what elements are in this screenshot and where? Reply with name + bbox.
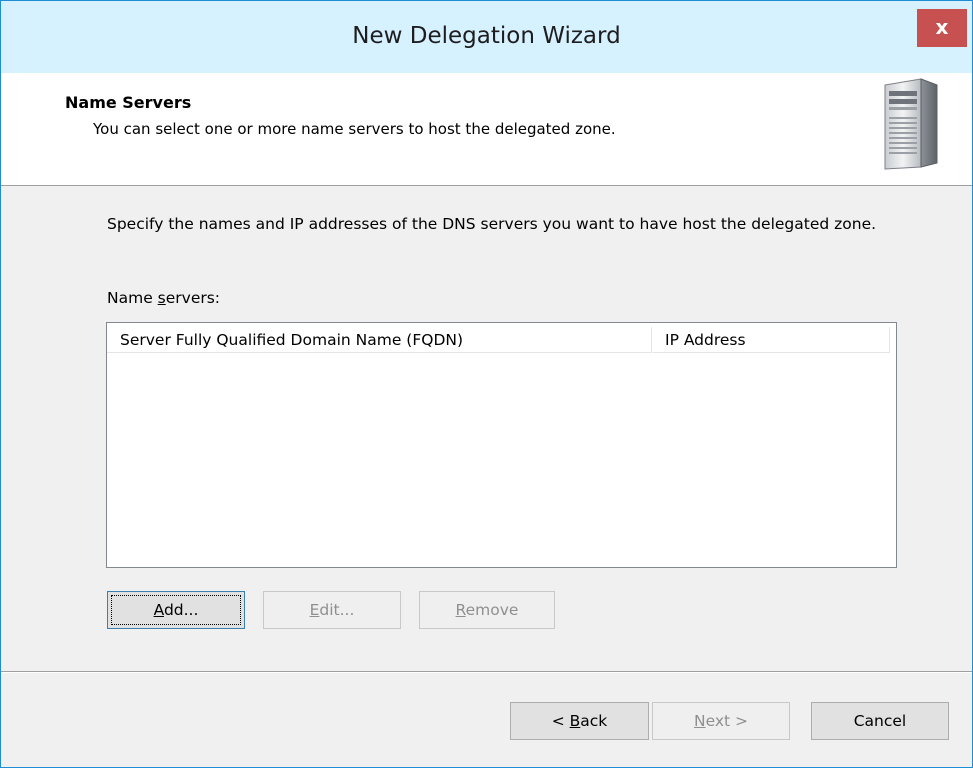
next-button-label: Next > xyxy=(693,712,749,730)
wizard-window: New Delegation Wizard x Name Servers You… xyxy=(0,0,973,768)
remove-button-label: Remove xyxy=(455,601,519,619)
name-servers-list[interactable]: Server Fully Qualified Domain Name (FQDN… xyxy=(106,322,897,568)
edit-button[interactable]: Edit... xyxy=(263,591,401,629)
page-subtitle: You can select one or more name servers … xyxy=(93,120,616,138)
add-button-label: Add... xyxy=(153,601,199,619)
back-button-label: < Back xyxy=(551,712,608,730)
name-servers-label: Name servers: xyxy=(107,289,221,307)
edit-button-label: Edit... xyxy=(309,601,355,619)
column-header-ip-address[interactable]: IP Address xyxy=(653,327,890,353)
back-button[interactable]: < Back xyxy=(510,702,649,740)
next-button[interactable]: Next > xyxy=(652,702,790,740)
close-icon: x xyxy=(935,15,949,39)
close-button[interactable]: x xyxy=(917,9,967,47)
wizard-header: Name Servers You can select one or more … xyxy=(1,73,972,186)
window-title: New Delegation Wizard xyxy=(352,23,621,49)
page-title: Name Servers xyxy=(65,93,192,112)
title-bar[interactable]: New Delegation Wizard x xyxy=(1,1,972,73)
add-button[interactable]: Add... xyxy=(107,591,245,629)
column-header-fqdn[interactable]: Server Fully Qualified Domain Name (FQDN… xyxy=(107,327,652,353)
list-header: Server Fully Qualified Domain Name (FQDN… xyxy=(107,323,896,355)
footer-separator xyxy=(1,671,972,673)
instructions-text: Specify the names and IP addresses of th… xyxy=(107,215,877,233)
cancel-button[interactable]: Cancel xyxy=(811,702,949,740)
remove-button[interactable]: Remove xyxy=(419,591,555,629)
server-icon xyxy=(884,78,938,170)
